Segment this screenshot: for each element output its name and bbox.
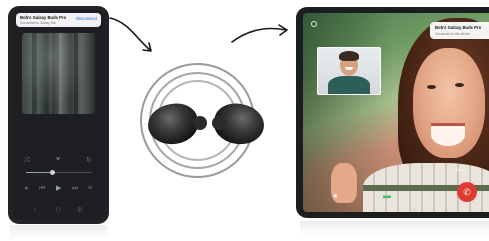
switch-camera-icon[interactable]: ⟲ [423, 192, 430, 200]
end-call-button[interactable]: ✆ [457, 182, 477, 202]
phone-buds-banner[interactable]: Bob's Galaxy Buds Pro Connected to Galax… [16, 13, 101, 27]
seek-bar-handle[interactable] [50, 170, 55, 175]
banner-subtitle: Connected to Galaxy Tab [20, 21, 56, 25]
phone-reflection [10, 225, 107, 239]
left-earbud-tip [193, 116, 207, 130]
nav-recent-icon[interactable]: ||| [413, 209, 417, 212]
pip-body [328, 76, 370, 94]
arrow-buds-to-tablet [231, 27, 287, 43]
right-earbud-tip [212, 116, 226, 130]
seek-bar-fill [26, 172, 52, 173]
end-call-icon: ✆ [463, 187, 471, 197]
heart-icon[interactable]: ♥ [56, 156, 60, 163]
volume-icon[interactable]: ◂ [24, 185, 28, 192]
banner-subtitle: Connected to this device [435, 32, 470, 36]
banner-title: Bob's Galaxy Buds Pro [20, 15, 67, 20]
caller-eye [455, 83, 464, 87]
nav-back-icon[interactable]: ‹ [34, 207, 36, 214]
self-view-pip[interactable] [317, 47, 381, 95]
video-toggle-icon[interactable]: ▬ [383, 192, 391, 200]
nav-back-icon[interactable]: ‹ [471, 209, 473, 212]
repeat-icon[interactable]: ↻ [86, 157, 92, 164]
video-call-screen: Bob's Galaxy Buds Pro Connected to this … [303, 13, 489, 212]
camera-icon[interactable] [311, 21, 317, 27]
play-icon[interactable]: ▶ [56, 185, 61, 192]
tablet-reflection [300, 221, 489, 235]
playlist-icon[interactable]: ≡ [88, 185, 92, 192]
album-art [22, 33, 95, 114]
phone: Bob's Galaxy Buds Pro Connected to Galax… [8, 6, 109, 224]
pip-hair [339, 51, 359, 61]
disconnect-button[interactable]: Disconnect [76, 16, 97, 21]
tablet: Bob's Galaxy Buds Pro Connected to this … [296, 7, 489, 218]
shuffle-icon[interactable]: ⤮ [24, 157, 30, 164]
previous-icon[interactable]: ⏮ [39, 185, 45, 192]
arrow-phone-to-buds [109, 17, 151, 51]
phone-screen: Bob's Galaxy Buds Pro Connected to Galax… [12, 9, 105, 220]
next-icon[interactable]: ⏭ [72, 185, 78, 192]
nav-home-icon[interactable]: ▢ [443, 209, 448, 212]
call-timer: 00:12 [455, 167, 466, 172]
nav-recent-icon[interactable]: ||| [78, 207, 82, 214]
microphone-icon[interactable]: ● [333, 192, 338, 200]
nav-home-icon[interactable]: ▢ [56, 207, 61, 214]
caller-eye [427, 85, 436, 89]
caller-smile [431, 123, 465, 146]
tablet-buds-banner[interactable]: Bob's Galaxy Buds Pro Connected to this … [430, 22, 489, 39]
banner-title: Bob's Galaxy Buds Pro [435, 25, 482, 30]
